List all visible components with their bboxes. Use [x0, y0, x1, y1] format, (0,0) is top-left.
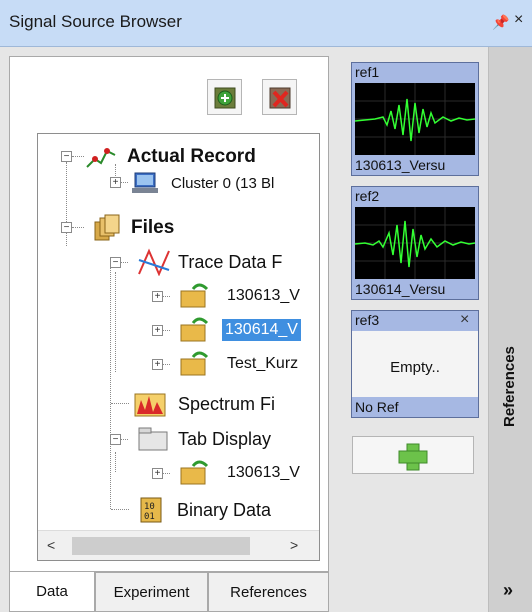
scrollbar-thumb[interactable] [72, 537, 250, 555]
tree-label: Binary Data [177, 499, 272, 520]
trace-data-icon [138, 248, 170, 276]
folder-icon [138, 427, 168, 451]
bottom-tabs: Data Experiment References [9, 572, 329, 612]
svg-text:01: 01 [144, 512, 155, 522]
close-reference-icon[interactable]: × [460, 311, 469, 329]
tree-label: 130613_V [227, 464, 300, 481]
tree-item-binary[interactable]: 10 01 Binary Data [139, 495, 271, 525]
tree-label: Test_Kurz [227, 355, 299, 372]
reference-card-empty[interactable]: ref3 × Empty.. No Ref [351, 310, 479, 418]
tree-label: Cluster 0 (13 Bl [171, 174, 275, 192]
references-side-tab[interactable]: References » [488, 47, 532, 612]
expand-toggle[interactable]: + [152, 359, 163, 370]
reference-file: No Ref [355, 399, 399, 415]
open-folder-icon [180, 317, 209, 342]
tab-experiment[interactable]: Experiment [95, 572, 208, 612]
add-file-button[interactable] [207, 79, 242, 115]
tree-item-spectrum[interactable]: Spectrum Fi [133, 389, 275, 419]
title-bar: Signal Source Browser 📌 × [0, 0, 532, 47]
expand-panel-icon[interactable]: » [503, 580, 513, 601]
tree-item-file[interactable]: 130613_V [179, 458, 300, 488]
reference-name: ref1 [355, 64, 380, 80]
waveform-graph [355, 207, 475, 279]
reference-file: 130614_Versu [355, 281, 446, 297]
tree-item-file[interactable]: Test_Kurz [179, 349, 298, 379]
expand-toggle[interactable]: + [152, 291, 163, 302]
svg-text:10: 10 [144, 502, 155, 512]
reference-card[interactable]: ref2 130614_Versu [351, 186, 479, 300]
remove-file-icon [269, 87, 291, 109]
tree-label: Trace Data F [178, 251, 283, 272]
expand-toggle[interactable]: + [152, 325, 163, 336]
empty-reference-text: Empty.. [390, 359, 440, 376]
scroll-left-icon[interactable]: < [47, 537, 55, 553]
expand-toggle[interactable]: + [152, 468, 163, 479]
tree-item-files[interactable]: Files [93, 213, 174, 243]
expand-toggle[interactable]: − [110, 257, 121, 268]
open-folder-icon [180, 460, 209, 485]
tree-item-trace-data[interactable]: Trace Data F [137, 247, 282, 277]
plus-icon [398, 443, 428, 471]
tree-label: Tab Display [178, 428, 272, 449]
tree-item-file-selected[interactable]: 130614_V [179, 315, 301, 345]
signal-record-icon [86, 148, 116, 168]
open-folder-icon [180, 351, 209, 376]
tab-data[interactable]: Data [9, 572, 95, 612]
references-column: ref1 130613_Versu ref2 130614_Versu ref3… [344, 56, 486, 612]
computer-icon [132, 172, 158, 193]
expand-toggle[interactable]: + [110, 177, 121, 188]
expand-toggle[interactable]: − [61, 151, 72, 162]
tree-item-cluster[interactable]: Cluster 0 (13 Bl [131, 168, 274, 198]
remove-file-button[interactable] [262, 79, 297, 115]
close-icon[interactable]: × [514, 11, 523, 29]
reference-name: ref3 [355, 312, 380, 328]
tree-label: 130613_V [227, 287, 300, 304]
expand-toggle[interactable]: − [110, 434, 121, 445]
binary-data-icon: 10 01 [140, 497, 162, 523]
tree-item-tab-display[interactable]: Tab Display [137, 424, 271, 454]
waveform-graph [355, 83, 475, 155]
open-folder-icon [180, 283, 209, 308]
waveform-thumbnail [355, 83, 475, 155]
tree-label: Files [131, 217, 175, 238]
waveform-thumbnail [355, 207, 475, 279]
reference-card[interactable]: ref1 130613_Versu [351, 62, 479, 176]
tree-label: 130614_V [222, 319, 301, 341]
window-title: Signal Source Browser [9, 12, 182, 31]
spectrum-icon [134, 393, 166, 417]
signal-tree: − Actual Record + Cluster 0 (13 Bl − Fil… [37, 133, 320, 561]
references-side-label: References [501, 346, 518, 427]
tree-item-file[interactable]: 130613_V [179, 281, 300, 311]
tree-label: Spectrum Fi [178, 393, 276, 414]
files-icon [94, 214, 120, 241]
pin-icon[interactable]: 📌 [492, 14, 509, 31]
add-file-icon [214, 87, 236, 109]
add-reference-button[interactable] [352, 436, 474, 474]
tree-label: Actual Record [127, 146, 256, 167]
expand-toggle[interactable]: − [61, 222, 72, 233]
tab-references[interactable]: References [208, 572, 329, 612]
reference-name: ref2 [355, 188, 380, 204]
scroll-right-icon[interactable]: > [290, 537, 298, 553]
reference-file: 130613_Versu [355, 157, 446, 173]
